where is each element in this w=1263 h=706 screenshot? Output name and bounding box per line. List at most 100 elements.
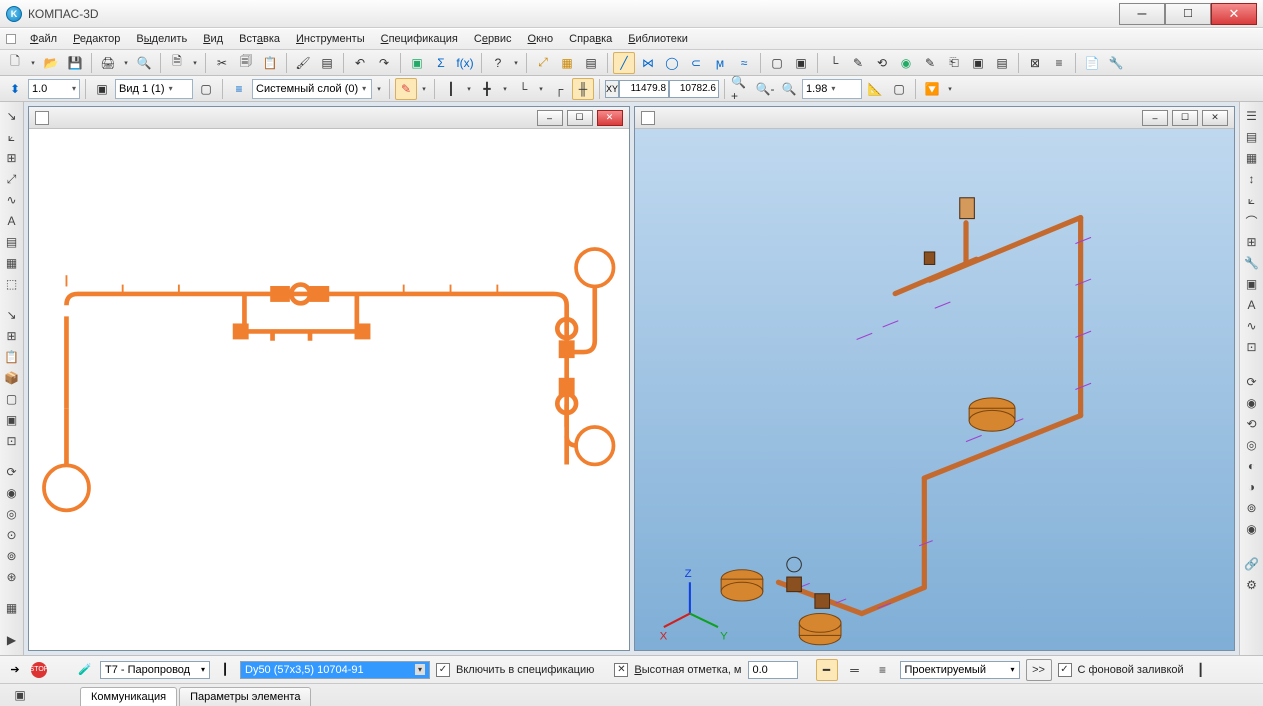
doc-min-button[interactable]: – [537, 110, 563, 126]
menu-view[interactable]: Вид [195, 30, 231, 48]
menu-libs[interactable]: Библиотеки [620, 30, 696, 48]
coord-y[interactable]: 10782.6 [669, 80, 719, 98]
zoom-out-button[interactable]: 🔍- [754, 78, 776, 100]
menu-file[interactable]: Файл [22, 30, 65, 48]
ltool-4[interactable]: ⤢ [2, 169, 22, 189]
rtool-1[interactable]: ☰ [1242, 106, 1262, 126]
scale-icon[interactable]: ⬍ [4, 78, 26, 100]
status-combo[interactable]: Проектируемый▾ [900, 661, 1020, 679]
list-button[interactable]: ▤ [316, 52, 338, 74]
rtool-2[interactable]: ▤ [1242, 127, 1262, 147]
tool-17[interactable]: ⊠ [1024, 52, 1046, 74]
tool-v2[interactable]: ╋ [476, 78, 498, 100]
more-button[interactable]: >> [1026, 659, 1052, 681]
tool-v3[interactable]: └ [512, 78, 534, 100]
arrow-icon[interactable]: ➔ [6, 661, 24, 679]
tool-19[interactable]: 📄 [1081, 52, 1103, 74]
ltool-21[interactable]: ⊚ [2, 546, 22, 566]
ltool-22[interactable]: ⊛ [2, 567, 22, 587]
rtool-16[interactable]: ◎ [1242, 435, 1262, 455]
align-eq2[interactable]: ≡ [872, 659, 894, 681]
maximize-button[interactable] [1165, 3, 1211, 25]
tab-communication[interactable]: Коммуникация [80, 687, 177, 706]
rtool-11[interactable]: ∿ [1242, 316, 1262, 336]
tool-12[interactable]: ◉ [895, 52, 917, 74]
copy-button[interactable]: 🗐 [235, 52, 257, 74]
align-minus[interactable]: ━ [816, 659, 838, 681]
ltool-6[interactable]: A [2, 211, 22, 231]
fx-button[interactable]: f(x) [454, 52, 476, 74]
layers-button[interactable]: ▤ [580, 52, 602, 74]
ltool-24[interactable]: ▶ [2, 630, 22, 650]
tool-14[interactable]: ⎗ [943, 52, 965, 74]
rtool-8[interactable]: 🔧 [1242, 253, 1262, 273]
paste-button[interactable]: 📋 [259, 52, 281, 74]
rtool-22[interactable]: ⚙ [1242, 575, 1262, 595]
scale-combo[interactable]: 1.0▾ [28, 79, 80, 99]
tool-9[interactable]: └ [823, 52, 845, 74]
system-menu-icon[interactable] [6, 34, 16, 44]
wave-tool[interactable]: ≈ [733, 52, 755, 74]
ltool-17[interactable]: ⟳ [2, 462, 22, 482]
zoom-tool[interactable]: 📐 [864, 78, 886, 100]
m-tool[interactable]: ϻ [709, 52, 731, 74]
ltool-5[interactable]: ∿ [2, 190, 22, 210]
zoom-fit-button[interactable]: 🔍 [778, 78, 800, 100]
rtool-10[interactable]: A [1242, 295, 1262, 315]
view-combo[interactable]: Вид 1 (1)▾ [115, 79, 193, 99]
ltool-16[interactable]: ⊡ [2, 431, 22, 451]
rtool-20[interactable]: ◉ [1242, 519, 1262, 539]
ltool-7[interactable]: ▤ [2, 232, 22, 252]
tool-v4[interactable]: ┌ [548, 78, 570, 100]
elev-checkbox[interactable]: ✕ [614, 663, 628, 677]
help-button[interactable]: ? [487, 52, 509, 74]
undo-button[interactable]: ↶ [349, 52, 371, 74]
menu-help[interactable]: Справка [561, 30, 620, 48]
coord-x[interactable]: 11479.8 [619, 80, 669, 98]
spec-combo[interactable]: Dy50 (57x3,5) 10704-91▾ [240, 661, 430, 679]
rtool-15[interactable]: ⟲ [1242, 414, 1262, 434]
tool-10[interactable]: ✎ [847, 52, 869, 74]
line-tool[interactable]: ╱ [613, 52, 635, 74]
canvas-2d[interactable] [29, 129, 629, 650]
align-eq1[interactable]: ═ [844, 659, 866, 681]
rtool-6[interactable]: ⌒ [1242, 211, 1262, 231]
circle-tool[interactable]: ◯ [661, 52, 683, 74]
ltool-13[interactable]: 📦 [2, 368, 22, 388]
brush-button[interactable]: 🖌 [292, 52, 314, 74]
tool-7[interactable]: ▢ [766, 52, 788, 74]
ltool-9[interactable]: ⬚ [2, 274, 22, 294]
bowtie-tool[interactable]: ⋈ [637, 52, 659, 74]
tool-8[interactable]: ▣ [790, 52, 812, 74]
tool-20[interactable]: 🔧 [1105, 52, 1127, 74]
rtool-13[interactable]: ⟳ [1242, 372, 1262, 392]
doc-max-button[interactable]: ☐ [567, 110, 593, 126]
rtool-18[interactable]: ◑ [1242, 477, 1262, 497]
bgfill-checkbox[interactable]: ✓ [1058, 663, 1072, 677]
view-icon[interactable]: ▣ [91, 78, 113, 100]
ltool-3[interactable]: ⊞ [2, 148, 22, 168]
zoom-tool2[interactable]: ▢ [888, 78, 910, 100]
layer-combo[interactable]: Системный слой (0)▾ [252, 79, 372, 99]
print-button[interactable]: 🖨 [97, 52, 119, 74]
ltool-2[interactable]: ⟀ [2, 127, 22, 147]
zoom-combo[interactable]: 1.98▾ [802, 79, 862, 99]
tool-18[interactable]: ≡ [1048, 52, 1070, 74]
tool-v5[interactable]: ╫ [572, 78, 594, 100]
zoom-in-button[interactable]: 🔍+ [730, 78, 752, 100]
ltool-1[interactable]: ↘ [2, 106, 22, 126]
ltool-14[interactable]: ▢ [2, 389, 22, 409]
print-preview-button[interactable]: 🔍 [133, 52, 155, 74]
rtool-21[interactable]: 🔗 [1242, 554, 1262, 574]
rtool-7[interactable]: ⊞ [1242, 232, 1262, 252]
cut-button[interactable]: ✂ [211, 52, 233, 74]
ltool-18[interactable]: ◉ [2, 483, 22, 503]
ltool-8[interactable]: ▦ [2, 253, 22, 273]
sigma-button[interactable]: Σ [430, 52, 452, 74]
doc3-min-button[interactable]: – [1142, 110, 1168, 126]
elev-input[interactable]: 0.0 [748, 661, 798, 679]
minimize-button[interactable] [1119, 3, 1165, 25]
spec-button[interactable]: ▣ [406, 52, 428, 74]
save-button[interactable]: 💾 [64, 52, 86, 74]
panel-icon1[interactable]: ▣ [10, 685, 30, 705]
